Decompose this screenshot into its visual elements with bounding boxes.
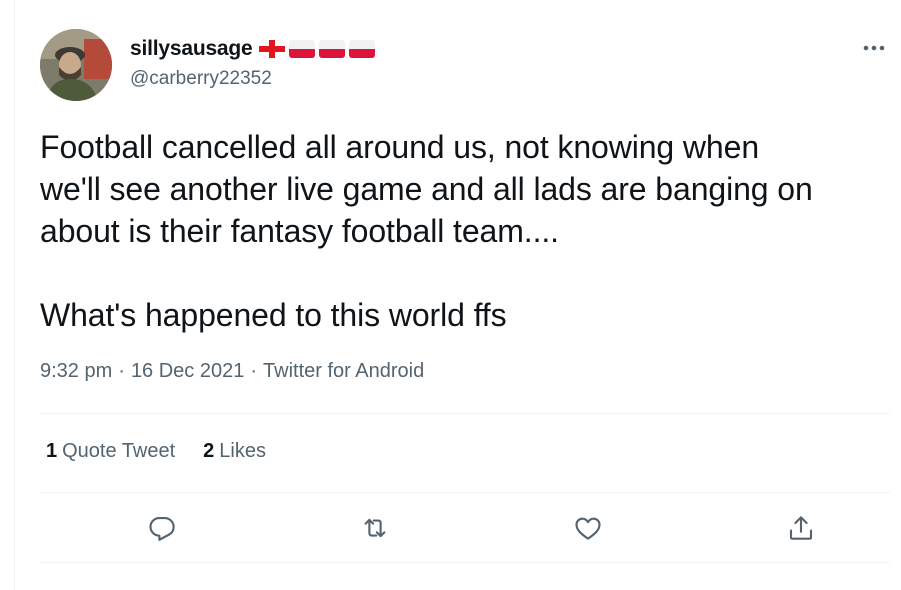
tweet-source[interactable]: Twitter for Android [263, 360, 424, 383]
tweet-actions [40, 508, 890, 548]
poland-flag-icon [348, 40, 375, 58]
quote-count: 1 [46, 440, 58, 462]
share-icon [789, 516, 813, 540]
meta-separator: · [250, 360, 258, 382]
flag-emojis [258, 40, 375, 58]
timeline-edge [0, 0, 15, 590]
author-handle[interactable]: @carberry22352 [130, 68, 272, 90]
poland-flag-icon [288, 40, 315, 58]
retweet-icon [364, 518, 386, 538]
tweet-time[interactable]: 9:32 pm [40, 360, 112, 383]
share-button[interactable] [781, 508, 821, 548]
reply-button[interactable] [142, 508, 182, 548]
quote-label: Quote Tweet [62, 440, 176, 462]
tweet-text: Football cancelled all around us, not kn… [40, 129, 813, 333]
tweet-meta: 9:32 pm · 16 Dec 2021 · Twitter for Andr… [40, 360, 424, 383]
more-dots-icon [863, 45, 885, 51]
like-count: 2 [203, 440, 215, 462]
avatar-photo-icon [40, 29, 112, 101]
england-flag-icon [258, 40, 285, 58]
meta-separator: · [118, 360, 125, 382]
reply-icon [149, 516, 175, 541]
likes-stat[interactable]: 2 Likes [203, 440, 266, 463]
tweet-stats: 1 Quote Tweet 2 Likes [46, 440, 294, 463]
display-name[interactable]: sillysausage [130, 37, 253, 61]
tweet-card: sillysausage @carberry22352 Football can… [16, 0, 901, 590]
divider [40, 413, 890, 414]
tweet-date[interactable]: 16 Dec 2021 [131, 360, 244, 383]
divider [40, 562, 890, 563]
quote-tweets-stat[interactable]: 1 Quote Tweet [46, 440, 175, 463]
poland-flag-icon [318, 40, 345, 58]
avatar[interactable] [40, 29, 112, 101]
like-icon [575, 517, 601, 540]
like-button[interactable] [568, 508, 608, 548]
retweet-button[interactable] [355, 508, 395, 548]
author-name-row: sillysausage [130, 36, 375, 62]
like-label: Likes [219, 440, 266, 462]
divider [40, 492, 890, 493]
more-options-button[interactable] [856, 34, 892, 62]
